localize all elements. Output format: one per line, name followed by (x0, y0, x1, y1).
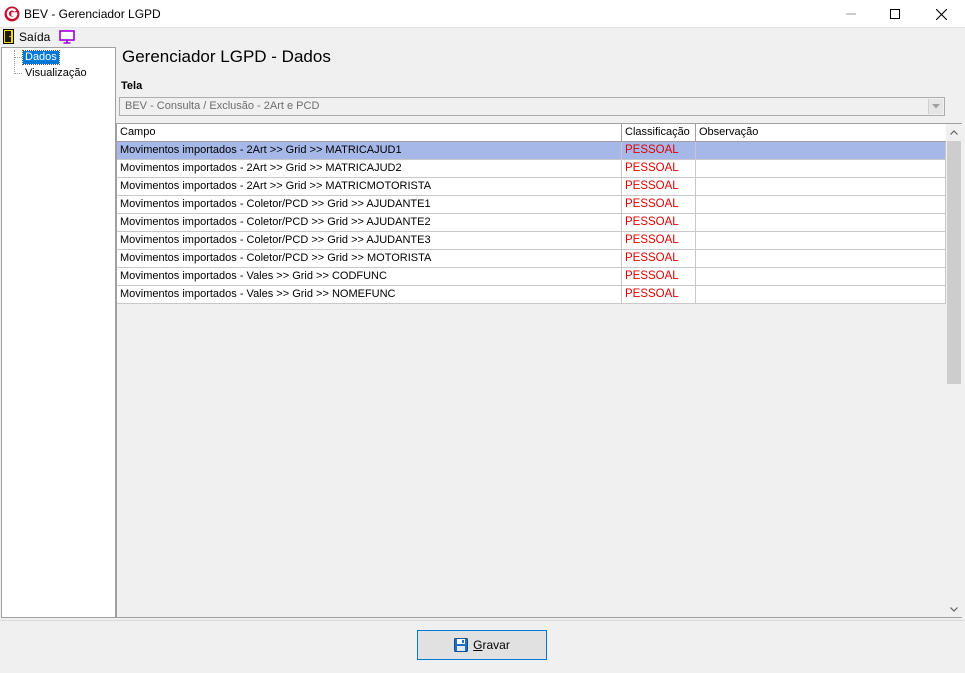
column-header-observacao[interactable]: Observação (696, 124, 946, 142)
cell-observacao[interactable] (696, 286, 946, 303)
cell-campo[interactable]: Movimentos importados - Vales >> Grid >>… (117, 268, 622, 285)
tela-selected-value: BEV - Consulta / Exclusão - 2Art e PCD (125, 100, 320, 112)
column-header-classificacao[interactable]: Classificação (622, 124, 696, 142)
cell-observacao[interactable] (696, 250, 946, 267)
minimize-icon (846, 13, 856, 15)
cell-observacao[interactable] (696, 178, 946, 195)
cell-classificacao[interactable]: PESSOAL (622, 142, 696, 159)
table-row[interactable]: Movimentos importados - Vales >> Grid >>… (117, 286, 946, 304)
table-row[interactable]: Movimentos importados - Coletor/PCD >> G… (117, 232, 946, 250)
cell-observacao[interactable] (696, 232, 946, 249)
maximize-button[interactable] (872, 0, 918, 28)
exit-door-icon[interactable] (3, 29, 14, 44)
cell-classificacao[interactable]: PESSOAL (622, 178, 696, 195)
table-row[interactable]: Movimentos importados - Coletor/PCD >> G… (117, 214, 946, 232)
tree-connector (14, 57, 22, 58)
cell-classificacao[interactable]: PESSOAL (622, 232, 696, 249)
scroll-thumb[interactable] (947, 141, 961, 384)
cell-observacao[interactable] (696, 160, 946, 177)
cell-campo[interactable]: Movimentos importados - 2Art >> Grid >> … (117, 178, 622, 195)
scroll-down-button[interactable] (946, 601, 962, 617)
cell-classificacao[interactable]: PESSOAL (622, 286, 696, 303)
chevron-down-icon (932, 104, 940, 109)
grid-header: Campo Classificação Observação (117, 124, 946, 142)
page-title: Gerenciador LGPD - Dados (122, 47, 331, 66)
close-button[interactable] (918, 0, 964, 28)
app-logo-icon (4, 6, 20, 22)
floppy-disk-icon (454, 638, 469, 652)
window-title: BEV - Gerenciador LGPD (24, 7, 161, 21)
chevron-up-icon (950, 129, 958, 135)
chevron-down-icon (950, 606, 958, 612)
tree-item-dados[interactable]: Dados (22, 50, 60, 65)
tree-connector (14, 50, 15, 74)
tela-label: Tela (121, 80, 143, 92)
cell-campo[interactable]: Movimentos importados - Coletor/PCD >> G… (117, 250, 622, 267)
cell-classificacao[interactable]: PESSOAL (622, 196, 696, 213)
exit-menu-item[interactable]: Saída (19, 30, 50, 44)
table-row[interactable]: Movimentos importados - 2Art >> Grid >> … (117, 142, 946, 160)
close-icon (935, 8, 947, 20)
minimize-button[interactable] (828, 0, 874, 28)
table-row[interactable]: Movimentos importados - 2Art >> Grid >> … (117, 178, 946, 196)
tree-connector (14, 73, 22, 74)
monitor-icon[interactable] (59, 30, 75, 44)
cell-campo[interactable]: Movimentos importados - Coletor/PCD >> G… (117, 214, 622, 231)
cell-campo[interactable]: Movimentos importados - Coletor/PCD >> G… (117, 232, 622, 249)
cell-campo[interactable]: Movimentos importados - Vales >> Grid >>… (117, 286, 622, 303)
tree-item-visualizacao[interactable]: Visualização (23, 67, 89, 80)
cell-campo[interactable]: Movimentos importados - Coletor/PCD >> G… (117, 196, 622, 213)
cell-classificacao[interactable]: PESSOAL (622, 250, 696, 267)
vertical-scrollbar[interactable] (946, 124, 962, 617)
menu-bar: Saída (0, 28, 965, 46)
cell-observacao[interactable] (696, 142, 946, 159)
table-row[interactable]: Movimentos importados - 2Art >> Grid >> … (117, 160, 946, 178)
navigation-tree: Dados Visualização (1, 47, 116, 618)
save-button-label: Gravar (473, 638, 510, 652)
table-row[interactable]: Movimentos importados - Coletor/PCD >> G… (117, 250, 946, 268)
cell-campo[interactable]: Movimentos importados - 2Art >> Grid >> … (117, 160, 622, 177)
cell-observacao[interactable] (696, 268, 946, 285)
cell-classificacao[interactable]: PESSOAL (622, 268, 696, 285)
table-row[interactable]: Movimentos importados - Coletor/PCD >> G… (117, 196, 946, 214)
save-button[interactable]: Gravar (417, 630, 547, 660)
cell-classificacao[interactable]: PESSOAL (622, 160, 696, 177)
table-row[interactable]: Movimentos importados - Vales >> Grid >>… (117, 268, 946, 286)
title-bar: BEV - Gerenciador LGPD (0, 0, 965, 28)
cell-classificacao[interactable]: PESSOAL (622, 214, 696, 231)
footer-separator (0, 620, 965, 621)
dropdown-arrow-button[interactable] (928, 99, 943, 114)
tela-dropdown[interactable]: BEV - Consulta / Exclusão - 2Art e PCD (119, 97, 945, 116)
column-header-campo[interactable]: Campo (117, 124, 622, 142)
cell-observacao[interactable] (696, 214, 946, 231)
maximize-icon (890, 9, 900, 19)
cell-campo[interactable]: Movimentos importados - 2Art >> Grid >> … (117, 142, 622, 159)
scroll-up-button[interactable] (946, 124, 962, 140)
fields-grid: Campo Classificação Observação Movimento… (116, 123, 962, 618)
cell-observacao[interactable] (696, 196, 946, 213)
